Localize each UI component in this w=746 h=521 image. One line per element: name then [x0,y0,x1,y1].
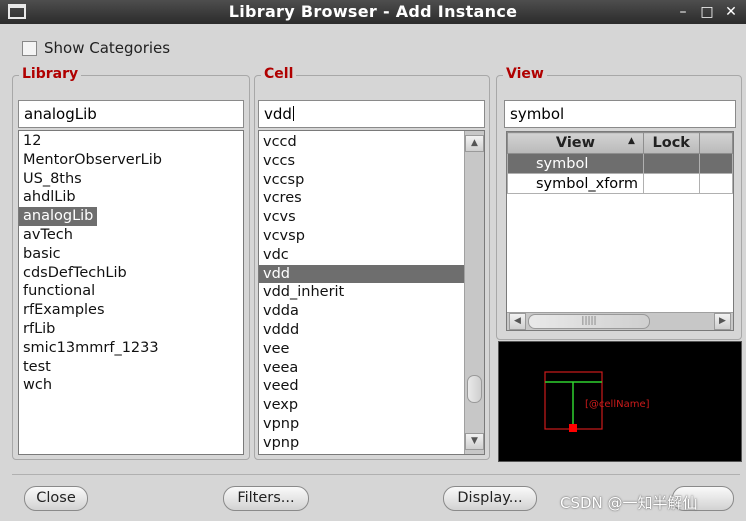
view-table-scroll-thumb[interactable]: ||||| [528,314,650,329]
cell-list-item[interactable]: vpnp [259,415,464,434]
scroll-left-arrow-icon[interactable]: ◀ [509,313,526,330]
cell-list-item[interactable]: vdc [259,246,464,265]
lock-cell [642,173,700,194]
cell-list-item[interactable]: vee [259,340,464,359]
symbol-cellname-label: [@cellName] [585,399,650,410]
show-categories-checkbox[interactable] [22,40,37,56]
cell-list-item[interactable]: vccsp [259,171,464,190]
cell-list-item[interactable]: vccd [259,133,464,152]
title-bar[interactable]: Library Browser - Add Instance – □ ✕ [0,0,746,24]
empty-cell [698,153,733,174]
scroll-right-arrow-icon[interactable]: ▶ [714,313,731,330]
view-table: View ▲ Lock symbol symbol_xform [507,132,733,194]
cell-list-item[interactable]: vddd [259,321,464,340]
library-list-item[interactable]: test [19,358,243,377]
library-list-item[interactable]: functional [19,282,243,301]
cell-list[interactable]: vccd vccs vccsp vcres vcvs vcvsp vdc vdd vdd_inh… [258,130,485,455]
empty-column-header [698,132,733,154]
cell-list-item[interactable]: vcres [259,189,464,208]
cell-list-scrollbar[interactable]: ▲ ▼ [464,131,484,454]
lock-column-header[interactable]: Lock [642,132,700,154]
sort-ascending-icon: ▲ [627,136,635,146]
watermark: CSDN @一知半解仙 [560,494,698,512]
cell-list-item[interactable]: vdd_inherit [259,283,464,302]
cell-list-item[interactable]: vdda [259,302,464,321]
scroll-up-arrow-icon[interactable]: ▲ [465,135,484,152]
cell-group-title: Cell [261,66,297,82]
view-table-row[interactable]: symbol_xform [507,173,733,194]
scroll-down-arrow-icon[interactable]: ▼ [465,433,484,450]
view-group-title: View [503,66,547,82]
symbol-preview-canvas: [@cellName] [544,371,650,432]
cell-list-scroll-thumb[interactable] [467,375,482,403]
cell-list-item[interactable]: vcvsp [259,227,464,246]
cell-list-item[interactable]: vcvs [259,208,464,227]
library-list-item[interactable]: MentorObserverLib [19,151,243,170]
library-list-item[interactable]: cdsDefTechLib [19,264,243,283]
view-cell: symbol [507,153,644,174]
library-list-item[interactable]: wch [19,376,243,395]
close-window-icon[interactable]: ✕ [721,2,741,22]
cell-list-item[interactable]: vexp [259,396,464,415]
library-list-item[interactable]: 12 [19,132,243,151]
library-list-item[interactable]: rfLib [19,320,243,339]
view-table-hscrollbar[interactable]: ◀ ||||| ▶ [507,312,733,330]
cell-filter-input[interactable]: vdd [258,100,485,128]
cell-list-item[interactable]: vpnp [259,434,464,453]
library-filter-input[interactable]: analogLib [18,100,244,128]
library-list-item[interactable]: US_8ths [19,170,243,189]
library-list[interactable]: 12 MentorObserverLib US_8ths ahdlLib analogL… [18,130,244,455]
library-group-title: Library [19,66,82,82]
text-caret [292,106,294,121]
cell-list-item[interactable]: veed [259,377,464,396]
empty-cell [698,173,733,194]
cell-list-item[interactable]: vdd [259,264,464,284]
symbol-preview: [@cellName] [498,341,742,462]
scroll-thumb-grip: ||||| [581,316,597,326]
close-button[interactable]: Close [24,486,88,511]
window-title: Library Browser - Add Instance [228,2,518,21]
lock-column-label: Lock [652,135,690,151]
lock-cell [642,153,700,174]
filters-button[interactable]: Filters... [223,486,309,511]
library-list-item[interactable]: analogLib [19,207,98,226]
view-column-label: View [555,135,596,151]
library-list-item[interactable]: basic [19,245,243,264]
view-filter-input[interactable]: symbol [504,100,736,128]
library-filter-value: analogLib [24,105,97,123]
library-list-item[interactable]: rfExamples [19,301,243,320]
view-filter-value: symbol [510,105,565,123]
cell-list-item[interactable]: veea [259,359,464,378]
show-categories-label: Show Categories [44,39,171,57]
library-list-item[interactable]: avTech [19,226,243,245]
maximize-icon[interactable]: □ [697,2,717,22]
display-button[interactable]: Display... [443,486,537,511]
library-list-item[interactable]: smic13mmrf_1233 [19,339,243,358]
view-table-row[interactable]: symbol [507,153,733,174]
minimize-icon[interactable]: – [673,2,693,22]
cell-filter-value: vdd [264,105,292,123]
view-table-container: View ▲ Lock symbol symbol_xform ◀ ||||| ▶ [506,131,734,331]
cell-list-item[interactable]: vccs [259,152,464,171]
symbol-pin [569,424,577,432]
footer-divider [12,474,740,475]
view-cell: symbol_xform [507,173,644,194]
show-categories[interactable]: Show Categories [22,39,170,57]
library-list-item[interactable]: ahdlLib [19,188,243,207]
view-column-header[interactable]: View ▲ [507,132,644,154]
